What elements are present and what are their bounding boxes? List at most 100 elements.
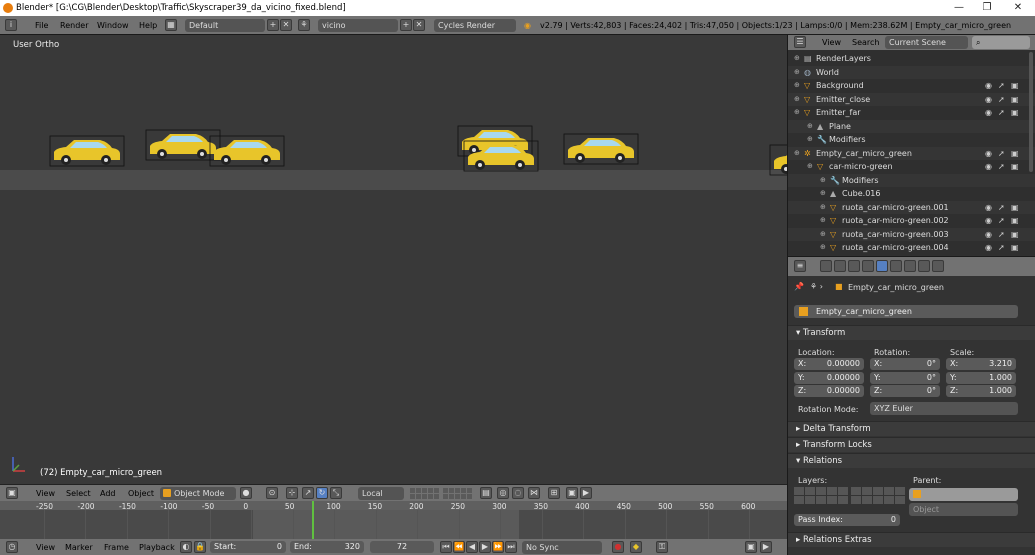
cursor-select-icon[interactable]: ➚	[998, 81, 1008, 90]
camera-render-icon[interactable]: ▣	[1011, 81, 1021, 90]
outliner-row[interactable]: ⊕ ▽ car-micro-green ◉ ➚ ▣	[788, 160, 1035, 174]
cursor-select-icon[interactable]: ➚	[998, 149, 1008, 158]
scene-tab-icon[interactable]	[848, 260, 860, 272]
render-tab-icon[interactable]	[820, 260, 832, 272]
camera-render-icon[interactable]: ▣	[1011, 108, 1021, 117]
render-still-timeline-icon[interactable]: ▣	[745, 541, 757, 553]
particles-tab-icon[interactable]	[932, 260, 944, 272]
scene-field[interactable]: vicino	[318, 19, 398, 32]
object-layers-b[interactable]	[851, 487, 905, 504]
scale-z-field[interactable]: Z: 1.000	[946, 385, 1016, 397]
close-button[interactable]: ✕	[1003, 0, 1033, 16]
eye-icon[interactable]: ◉	[985, 95, 995, 104]
jump-end-icon[interactable]: ⏭	[505, 541, 517, 553]
eye-icon[interactable]: ◉	[985, 230, 995, 239]
mode-dropdown[interactable]: Object Mode	[160, 487, 236, 500]
outliner-scrollbar[interactable]	[1029, 52, 1033, 172]
delete-scene-icon[interactable]: ✕	[413, 19, 425, 31]
outliner[interactable]: ⊕ ▤ RenderLayers ⊕ ◍ World ⊕ ▽ Background ◉ ➚ ▣ ⊕ ▽ Em…	[788, 35, 1035, 255]
expand-toggle-icon[interactable]: ⊕	[807, 122, 816, 131]
world-tab-icon[interactable]	[862, 260, 874, 272]
editor-type-3d-icon[interactable]: ▣	[6, 487, 18, 499]
scale-y-field[interactable]: Y: 1.000	[946, 371, 1016, 384]
pass-index-field[interactable]: Pass Index: 0	[794, 514, 900, 526]
jump-start-icon[interactable]: ⏮	[440, 541, 452, 553]
sync-dropdown[interactable]: No Sync	[522, 541, 602, 554]
insert-keyframe-icon[interactable]: ⚿	[656, 541, 668, 553]
physics-tab-icon[interactable]	[918, 260, 930, 272]
scale-x-field[interactable]: X: 3.210	[946, 358, 1016, 370]
prev-keyframe-icon[interactable]: ⏪	[453, 541, 465, 553]
start-frame-field[interactable]: Start: 0	[210, 541, 286, 553]
rotation-y-field[interactable]: Y: 0°	[870, 371, 940, 384]
expand-toggle-icon[interactable]: ⊕	[807, 162, 816, 171]
relations-panel-header[interactable]: ▾ Relations	[788, 453, 1035, 468]
add-screen-icon[interactable]: +	[267, 19, 279, 31]
snap-element-icon[interactable]: ⊞	[548, 487, 560, 499]
lock-range-icon[interactable]: 🔒	[194, 541, 206, 553]
cursor-select-icon[interactable]: ➚	[998, 230, 1008, 239]
eye-icon[interactable]: ◉	[985, 81, 995, 90]
expand-toggle-icon[interactable]: ⊕	[794, 68, 803, 77]
viewport-shading-icon[interactable]: ●	[240, 487, 252, 499]
eye-icon[interactable]: ◉	[985, 149, 995, 158]
car-object[interactable]	[769, 144, 787, 176]
object-tab-icon[interactable]	[876, 260, 888, 272]
outliner-row[interactable]: ⊕ ▽ Background ◉ ➚ ▣	[788, 79, 1035, 93]
render-animation-icon[interactable]: ▶	[580, 487, 592, 499]
location-x-field[interactable]: X: 0.00000	[794, 358, 864, 370]
outliner-row[interactable]: ⊕ ▲ Plane	[788, 119, 1035, 133]
outliner-row[interactable]: ⊕ ▽ ruota_car-micro-green.003 ◉ ➚ ▣	[788, 227, 1035, 241]
orientation-dropdown[interactable]: Local	[358, 487, 404, 500]
eye-icon[interactable]: ◉	[985, 162, 995, 171]
proportional-edit-icon[interactable]: ◎	[497, 487, 509, 499]
pin-icon[interactable]: 📌	[794, 282, 804, 291]
editor-type-properties-icon[interactable]: ≡	[794, 260, 806, 272]
rotation-x-field[interactable]: X: 0°	[870, 358, 940, 370]
menu-window[interactable]: Window	[97, 19, 129, 32]
transform-locks-panel-header[interactable]: ▸ Transform Locks	[788, 437, 1035, 452]
location-z-field[interactable]: Z: 0.00000	[794, 385, 864, 397]
eye-icon[interactable]: ◉	[985, 216, 995, 225]
minimize-button[interactable]: —	[944, 0, 974, 16]
expand-toggle-icon[interactable]: ⊕	[794, 95, 803, 104]
delta-transform-panel-header[interactable]: ▸ Delta Transform	[788, 421, 1035, 436]
preview-range-icon[interactable]: ◐	[180, 541, 192, 553]
expand-toggle-icon[interactable]: ⊕	[820, 189, 829, 198]
outliner-display-dropdown[interactable]: Current Scene	[885, 36, 968, 49]
timeline-menu-marker[interactable]: Marker	[65, 541, 93, 554]
manipulator-toggle-icon[interactable]: ⊹	[286, 487, 298, 499]
menu-file[interactable]: File	[35, 19, 48, 32]
camera-render-icon[interactable]: ▣	[1011, 216, 1021, 225]
constraints-tab-icon[interactable]	[890, 260, 902, 272]
expand-toggle-icon[interactable]: ⊕	[820, 216, 829, 225]
keying-set-icon[interactable]: ◆	[630, 541, 642, 553]
screen-layout-icon[interactable]: ▦	[165, 19, 177, 31]
rotation-mode-dropdown[interactable]: XYZ Euler	[870, 402, 1018, 415]
menu-select[interactable]: Select	[66, 487, 91, 500]
add-scene-icon[interactable]: +	[400, 19, 412, 31]
layer-buttons[interactable]	[410, 488, 474, 499]
outliner-row[interactable]: ⊕ ▽ Emitter_far ◉ ➚ ▣	[788, 106, 1035, 120]
cursor-select-icon[interactable]: ➚	[998, 162, 1008, 171]
expand-toggle-icon[interactable]: ⊕	[820, 243, 829, 252]
cursor-select-icon[interactable]: ➚	[998, 203, 1008, 212]
editor-type-timeline-icon[interactable]: ◷	[6, 541, 18, 553]
expand-toggle-icon[interactable]: ⊕	[820, 176, 829, 185]
camera-render-icon[interactable]: ▣	[1011, 162, 1021, 171]
outliner-row[interactable]: ⊕ ✲ Empty_car_micro_green ◉ ➚ ▣	[788, 146, 1035, 160]
camera-render-icon[interactable]: ▣	[1011, 230, 1021, 239]
play-icon[interactable]: ▶	[479, 541, 491, 553]
car-object[interactable]	[145, 129, 221, 161]
object-layers-a[interactable]	[794, 487, 848, 504]
delete-screen-icon[interactable]: ✕	[280, 19, 292, 31]
3d-viewport[interactable]: User Ortho (72) Empty_car_micro_green	[0, 35, 787, 484]
menu-view[interactable]: View	[36, 487, 55, 500]
play-reverse-icon[interactable]: ◀	[466, 541, 478, 553]
outliner-row[interactable]: ⊕ 🔧 Modifiers	[788, 173, 1035, 187]
data-tab-icon[interactable]	[904, 260, 916, 272]
expand-toggle-icon[interactable]: ⊕	[794, 54, 803, 63]
timeline-menu-playback[interactable]: Playback	[139, 541, 175, 554]
car-object[interactable]	[209, 135, 285, 167]
car-object[interactable]	[563, 133, 639, 165]
